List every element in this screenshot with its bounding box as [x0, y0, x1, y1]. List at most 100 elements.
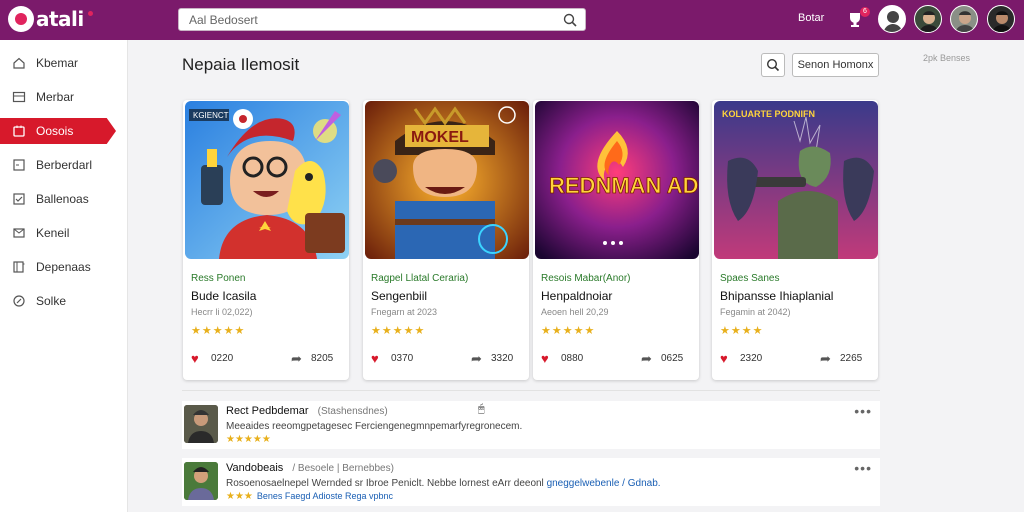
review-item[interactable]: Rect Pedbdemar (Stashensdnes) 🖱 Meeaides… — [182, 401, 880, 449]
notifications-button[interactable]: 6 — [845, 7, 870, 30]
reviewer-name[interactable]: Rect Pedbdemar — [226, 405, 309, 417]
game-title[interactable]: Bhipansse Ihiaplanial — [720, 289, 833, 303]
notification-badge: 6 — [860, 7, 870, 17]
game-title[interactable]: Sengenbiil — [371, 289, 427, 303]
sidebar-item-label: Solke — [36, 294, 67, 308]
reviewer-avatar[interactable] — [184, 405, 218, 443]
card-footer: ♥ 0370 ➦ 3320 — [363, 351, 529, 371]
game-title[interactable]: Bude Icasila — [191, 289, 256, 303]
like-icon[interactable]: ♥ — [371, 351, 379, 366]
game-rating-stars: ★★★★★ — [371, 325, 426, 337]
divider — [182, 390, 880, 391]
game-genre: Spaes Sanes — [720, 273, 780, 284]
sidebar-item-depenaas[interactable]: Depenaas — [0, 254, 127, 280]
sidebar-item-keneil[interactable]: Keneil — [0, 220, 127, 246]
sidebar-item-label: Depenaas — [36, 260, 91, 274]
sidebar-item-label: Keneil — [36, 226, 70, 240]
search-icon[interactable] — [563, 13, 577, 27]
game-card[interactable]: KOLUARTE PODNIFN Spaes Sanes Bhipansse Ih… — [712, 100, 878, 380]
share-count: 8205 — [311, 353, 334, 364]
share-count: 0625 — [661, 353, 684, 364]
game-artwork[interactable]: KOLUARTE PODNIFN — [714, 101, 878, 259]
game-art-label: MOKEL — [411, 129, 469, 146]
mail-icon — [13, 228, 25, 238]
reviewer-meta: / Besoele | Bernebbes) — [292, 463, 394, 474]
game-artwork[interactable]: KGIENCT — [185, 101, 349, 259]
share-icon[interactable]: ➦ — [471, 351, 482, 367]
checkbox-icon — [13, 193, 25, 205]
sidebar-item-label: Merbar — [36, 90, 75, 104]
review-text: Meeaides reeomgpetagesec Ferciengenegmnp… — [226, 421, 523, 432]
like-icon[interactable]: ♥ — [720, 351, 728, 366]
more-options-icon[interactable]: ••• — [854, 403, 872, 419]
game-rating-stars: ★★★★★ — [541, 325, 596, 337]
game-art-label: REDNMAN ADBDHICA — [549, 173, 699, 198]
review-link[interactable]: gneggelwebenle / Gdnab. — [547, 478, 661, 489]
sidebar-item-berberdarl[interactable]: Berberdarl — [0, 152, 127, 178]
game-card[interactable]: MOKEL Ragpel Llatal Ceraria) Sengenbiil Fn… — [363, 100, 529, 380]
card-footer: ♥ 2320 ➦ 2265 — [712, 351, 878, 371]
search-placeholder[interactable]: Aal Bedosert — [179, 13, 563, 27]
image-icon — [12, 91, 26, 103]
reviewer-name-line: Vandobeais / Besoele | Bernebbes) — [226, 462, 394, 474]
game-genre: Ragpel Llatal Ceraria) — [371, 273, 469, 284]
sidebar-item-oosois[interactable]: Oosois — [0, 118, 116, 144]
gamepad-icon — [13, 125, 25, 137]
user-face-icon — [883, 11, 903, 32]
share-icon[interactable]: ➦ — [641, 351, 652, 367]
card-footer: ♥ 0220 ➦ 8205 — [183, 351, 349, 371]
review-item[interactable]: Vandobeais / Besoele | Bernebbes) Rosoen… — [182, 458, 880, 506]
home-icon — [13, 57, 25, 69]
game-card[interactable]: KGIENCT Ress Ponen Bude Icasila Hecrr li 0… — [183, 100, 349, 380]
review-body-text: Rosoenosaelnepel Wernded sr Ibroe Penicl… — [226, 478, 547, 489]
review-text: Rosoenosaelnepel Wernded sr Ibroe Penicl… — [226, 478, 661, 489]
friend-avatar-1[interactable] — [914, 5, 942, 33]
like-icon[interactable]: ♥ — [541, 351, 549, 366]
sidebar-item-label: Berberdarl — [36, 158, 93, 172]
reviewer-name[interactable]: Vandobeais — [226, 462, 283, 474]
user-face-icon — [955, 11, 975, 32]
like-icon[interactable]: ♥ — [191, 351, 199, 366]
settings-icon — [13, 295, 25, 307]
logo-text: atali — [36, 7, 84, 31]
book-icon — [13, 261, 25, 273]
sidebar-item-kbemar[interactable]: Kbemar — [0, 50, 127, 76]
profile-avatar[interactable] — [878, 5, 906, 33]
more-options-icon[interactable]: ••• — [854, 460, 872, 476]
reviewer-meta: (Stashensdnes) — [317, 406, 388, 417]
sidebar-item-merbar[interactable]: Merbar — [0, 84, 127, 110]
search-input[interactable]: Aal Bedosert — [178, 8, 586, 31]
share-count: 3320 — [491, 353, 514, 364]
game-title[interactable]: Henpaldnoiar — [541, 289, 612, 303]
game-subtitle: Hecrr li 02,022) — [191, 307, 253, 317]
friend-avatar-3[interactable] — [987, 5, 1015, 33]
app-logo[interactable]: atali — [8, 6, 93, 32]
search-button[interactable] — [761, 53, 785, 77]
review-stars: ★★★★★ — [226, 434, 271, 445]
game-rating-stars: ★★★★★ — [191, 325, 246, 337]
corner-info: 2pk Benses — [923, 53, 971, 63]
game-art-label: KGIENCT — [193, 111, 229, 120]
cursor-icon: 🖱 — [478, 403, 485, 415]
sidebar-item-solke[interactable]: Solke — [0, 288, 127, 314]
card-footer: ♥ 0880 ➦ 0625 — [533, 351, 699, 371]
game-rating-stars: ★★★★ — [720, 325, 764, 337]
search-icon — [766, 58, 780, 72]
sidebar-item-label: Oosois — [36, 124, 74, 138]
game-artwork[interactable]: MOKEL — [365, 101, 529, 259]
game-card[interactable]: REDNMAN ADBDHICA Resois Mabar(Anor) Henpa… — [533, 100, 699, 380]
game-genre: Resois Mabar(Anor) — [541, 273, 631, 284]
friend-avatar-2[interactable] — [950, 5, 978, 33]
reviewer-avatar[interactable] — [184, 462, 218, 500]
sidebar-item-ballenoas[interactable]: Ballenoas — [0, 186, 127, 212]
game-artwork[interactable]: REDNMAN ADBDHICA — [535, 101, 699, 259]
share-icon[interactable]: ➦ — [820, 351, 831, 367]
reviewer-name-line: Rect Pedbdemar (Stashensdnes) — [226, 405, 388, 417]
share-icon[interactable]: ➦ — [291, 351, 302, 367]
like-count: 0370 — [391, 353, 414, 364]
main-content: Nepaia Ilemosit Senon Homonx 2pk Benses — [128, 40, 1024, 512]
top-nav-label[interactable]: Botar — [798, 12, 824, 24]
review-stars: ★★★ — [226, 491, 253, 502]
review-tags-link[interactable]: Benes Faegd Adioste Rega vpbnc — [257, 491, 393, 501]
sort-button[interactable]: Senon Homonx — [792, 53, 879, 77]
